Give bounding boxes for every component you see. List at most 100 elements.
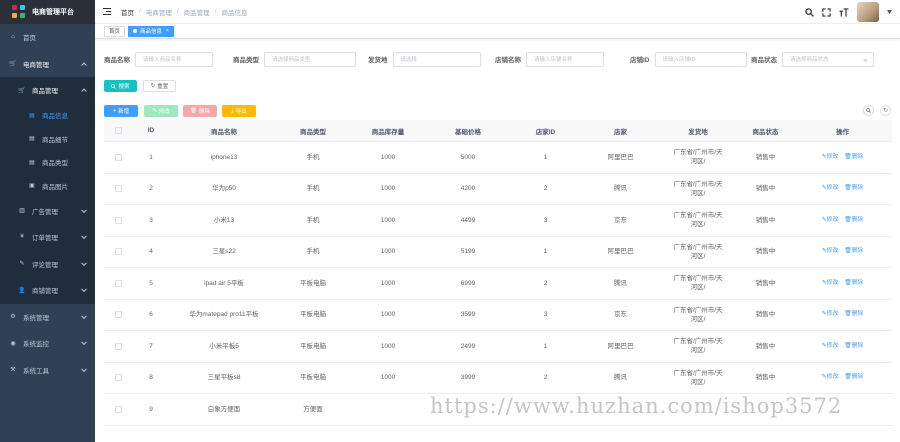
search-form: 商品名称 请输入商品名称 商品类型 请选择商品类型 发货地 请选择 店铺名称 请…	[104, 50, 894, 68]
fullscreen-icon[interactable]	[822, 7, 831, 17]
list-icon: ▤	[29, 159, 35, 166]
table-header: ID 商品名称 商品类型 商品库存量 基础价格 店家ID 店家 发货地 商品状态 操作	[104, 120, 892, 142]
form-item-product-type: 商品类型 请选择商品类型	[233, 50, 356, 68]
select-all-cell[interactable]	[104, 127, 132, 134]
trash-icon: 🗑	[844, 216, 852, 223]
row-edit-link[interactable]: ✎修改	[822, 373, 838, 382]
table-row[interactable]: 7 小米平板5 平板电脑 1000 2499 1 阿里巴巴 广东省/广州市/天河区/销售中 ✎修…	[104, 331, 892, 363]
menu-order[interactable]: ¥ 订单管理	[0, 224, 95, 251]
table-row[interactable]: 6 华为matepad pro11平板 平板电脑 1000 3599 3 京东 广东省/广州市…	[104, 300, 892, 331]
row-checkbox[interactable]	[114, 311, 122, 319]
breadcrumb-item[interactable]: 首页	[121, 7, 134, 17]
menu-label: 商品管理	[32, 88, 58, 96]
edit-label: 修改	[826, 374, 839, 381]
table-row[interactable]: 5 ipad air 5平板 平板电脑 1000 6999 2 腾讯 广东省/广州市/天河区/…	[104, 268, 892, 300]
row-checkbox[interactable]	[114, 185, 122, 193]
menu-product-image[interactable]: ▣ 商品图片	[0, 174, 95, 198]
delete-label: 删除	[851, 153, 864, 160]
export-button[interactable]: ⤓ 导出	[222, 105, 256, 117]
row-edit-link[interactable]: ✎修改	[822, 247, 838, 256]
hamburger-icon[interactable]	[103, 8, 111, 15]
select-cell	[104, 153, 132, 161]
row-delete-link[interactable]: 🗑删除	[844, 247, 863, 256]
header-col-stock: 商品库存量	[371, 128, 405, 136]
table-row[interactable]: 1 iphone13 手机 1000 5000 1 阿里巴巴 广东省/广州市/天河区/销售中 ✎…	[104, 142, 892, 174]
row-delete-link[interactable]: 🗑删除	[844, 153, 863, 162]
avatar[interactable]	[857, 2, 879, 22]
table-row[interactable]: 2 华为p50 手机 1000 4200 2 腾讯 广东省/广州市/天河区/销售中 ✎修改 🗑删除	[104, 174, 892, 205]
menu-label: 系统管理	[23, 314, 49, 322]
row-checkbox[interactable]	[114, 279, 122, 287]
table-row[interactable]: 8 三星平板s8 平板电脑 1000 3999 2 腾讯 广东省/广州市/天河区/销售中 ✎修改…	[104, 363, 892, 394]
origin-cascader[interactable]: 请选择	[392, 51, 481, 67]
edit-label: 修改	[826, 311, 839, 318]
menu-tools[interactable]: ⚒ 系统工具	[0, 357, 95, 384]
delete-button-label: 删除	[198, 109, 210, 115]
search-icon[interactable]	[805, 7, 814, 17]
toggle-search-button[interactable]	[863, 105, 874, 116]
row-delete-link[interactable]: 🗑删除	[844, 279, 863, 288]
font-size-icon[interactable]	[839, 7, 849, 17]
row-delete-link[interactable]: 🗑删除	[844, 310, 863, 319]
form-item-origin: 发货地 请选择	[368, 50, 481, 68]
close-icon[interactable]: ×	[166, 28, 169, 34]
table-row[interactable]: 4 三星s22 手机 1000 5199 1 阿里巴巴 广东省/广州市/天河区/销售中 ✎修改 🗑…	[104, 237, 892, 268]
table-row[interactable]: 3 小米13 手机 1000 4499 3 京东 广东省/广州市/天河区/销售中 ✎修改 🗑删除	[104, 205, 892, 237]
row-delete-link[interactable]: 🗑删除	[844, 342, 863, 351]
shop-id-input[interactable]: 请输入店铺ID	[654, 51, 747, 67]
row-checkbox[interactable]	[114, 248, 122, 256]
user-icon: 👤	[18, 287, 26, 294]
caret-down-icon[interactable]	[887, 10, 892, 14]
menu-product-type[interactable]: ▤ 商品类型	[0, 150, 95, 174]
row-checkbox[interactable]	[114, 342, 122, 350]
row-edit-link[interactable]: ✎修改	[822, 279, 838, 288]
cell-id: 2	[149, 185, 153, 193]
menu-ad[interactable]: ▥ 广告管理	[0, 197, 95, 224]
row-checkbox[interactable]	[114, 153, 122, 161]
row-edit-link[interactable]: ✎修改	[822, 310, 838, 319]
row-checkbox[interactable]	[114, 216, 122, 224]
menu-product-detail[interactable]: ▤ 商品细节	[0, 127, 95, 151]
trash-icon: 🗑	[844, 374, 852, 381]
row-edit-link[interactable]: ✎修改	[822, 216, 838, 225]
menu-home[interactable]: ⌂ 首页	[0, 24, 95, 51]
row-edit-link[interactable]: ✎修改	[822, 153, 838, 162]
row-checkbox[interactable]	[114, 374, 122, 382]
tag-label: 首页	[109, 29, 121, 35]
product-type-select[interactable]: 请选择商品类型	[264, 51, 356, 67]
sidebar: 电商管理平台 ⌂ 首页 🛒 电商管理 🛒 商品管理 ▤ 商品信息 ▤ 商品细节 ▤ 商品类型 ▣ 商品图片…	[0, 0, 95, 442]
menu-product[interactable]: 🛒 商品管理	[0, 77, 95, 104]
edit-button[interactable]: ✎ 修改	[144, 105, 178, 117]
row-actions: ✎修改 🗑删除	[793, 216, 892, 225]
logo[interactable]: 电商管理平台	[0, 0, 95, 24]
product-name-input[interactable]: 请输入商品名称	[135, 51, 213, 67]
cell-status: 销售中	[755, 279, 776, 287]
cell-actions: ✎修改 🗑删除	[793, 216, 892, 225]
refresh-table-button[interactable]: ↻	[880, 105, 891, 116]
add-button[interactable]: + 新增	[104, 105, 138, 117]
search-button[interactable]: 搜索	[104, 80, 137, 92]
row-delete-link[interactable]: 🗑删除	[844, 216, 863, 225]
reset-button[interactable]: ↻ 重置	[143, 80, 176, 92]
row-delete-link[interactable]: 🗑删除	[844, 373, 863, 382]
menu-product-info[interactable]: ▤ 商品信息	[0, 103, 95, 127]
tag-product-info[interactable]: 商品信息 ×	[128, 25, 174, 37]
menu-shop[interactable]: 👤 商铺管理	[0, 277, 95, 304]
cell-id: 5	[149, 279, 153, 287]
status-select[interactable]: 请选择商品状态	[782, 51, 874, 67]
menu-ecommerce[interactable]: 🛒 电商管理	[0, 51, 95, 78]
system-icon: ⚙	[10, 314, 16, 321]
row-edit-link[interactable]: ✎修改	[822, 184, 838, 193]
cell-stock: 1000	[380, 279, 396, 287]
header-col-name: 商品名称	[211, 128, 237, 136]
menu-comment[interactable]: ✎ 评论管理	[0, 250, 95, 277]
tag-home[interactable]: 首页	[104, 25, 126, 37]
delete-button[interactable]: 🗑 删除	[183, 105, 217, 117]
select-all-checkbox[interactable]	[114, 127, 122, 134]
menu-monitor[interactable]: ◉ 系统监控	[0, 330, 95, 357]
row-delete-link[interactable]: 🗑删除	[844, 184, 863, 193]
shop-name-input[interactable]: 请输入店铺名称	[526, 51, 604, 67]
row-checkbox[interactable]	[114, 405, 122, 413]
menu-system[interactable]: ⚙ 系统管理	[0, 304, 95, 331]
row-edit-link[interactable]: ✎修改	[822, 342, 838, 351]
